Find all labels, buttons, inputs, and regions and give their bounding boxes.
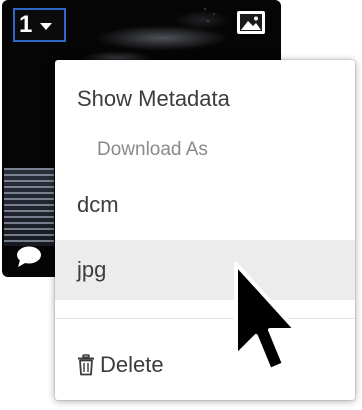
show-metadata-label: Show Metadata bbox=[77, 86, 230, 111]
download-jpg-item[interactable]: jpg bbox=[55, 240, 355, 300]
download-dcm-label: dcm bbox=[77, 192, 119, 217]
trash-icon bbox=[78, 354, 94, 376]
download-as-label: Download As bbox=[97, 139, 208, 160]
download-jpg-label: jpg bbox=[77, 257, 107, 282]
caret-down-icon bbox=[40, 22, 53, 30]
delete-label: Delete bbox=[100, 352, 164, 377]
download-as-header: Download As bbox=[55, 133, 355, 167]
doppler-strip bbox=[4, 168, 54, 246]
frame-number-dropdown[interactable]: 1 bbox=[13, 8, 66, 42]
show-metadata-item[interactable]: Show Metadata bbox=[55, 78, 355, 120]
delete-item[interactable]: Delete bbox=[55, 343, 355, 387]
thumbnail-context-menu: Show Metadata Download As dcm jpg Delete bbox=[55, 60, 355, 400]
speech-bubble-icon[interactable] bbox=[16, 246, 42, 268]
viewer-canvas: 1 Show Metadata Download As dcm jpg Dele… bbox=[0, 0, 362, 410]
image-speckle bbox=[202, 6, 222, 26]
menu-divider bbox=[55, 318, 355, 319]
download-dcm-item[interactable]: dcm bbox=[55, 183, 355, 227]
image-icon[interactable] bbox=[236, 10, 266, 35]
frame-number: 1 bbox=[19, 11, 33, 38]
